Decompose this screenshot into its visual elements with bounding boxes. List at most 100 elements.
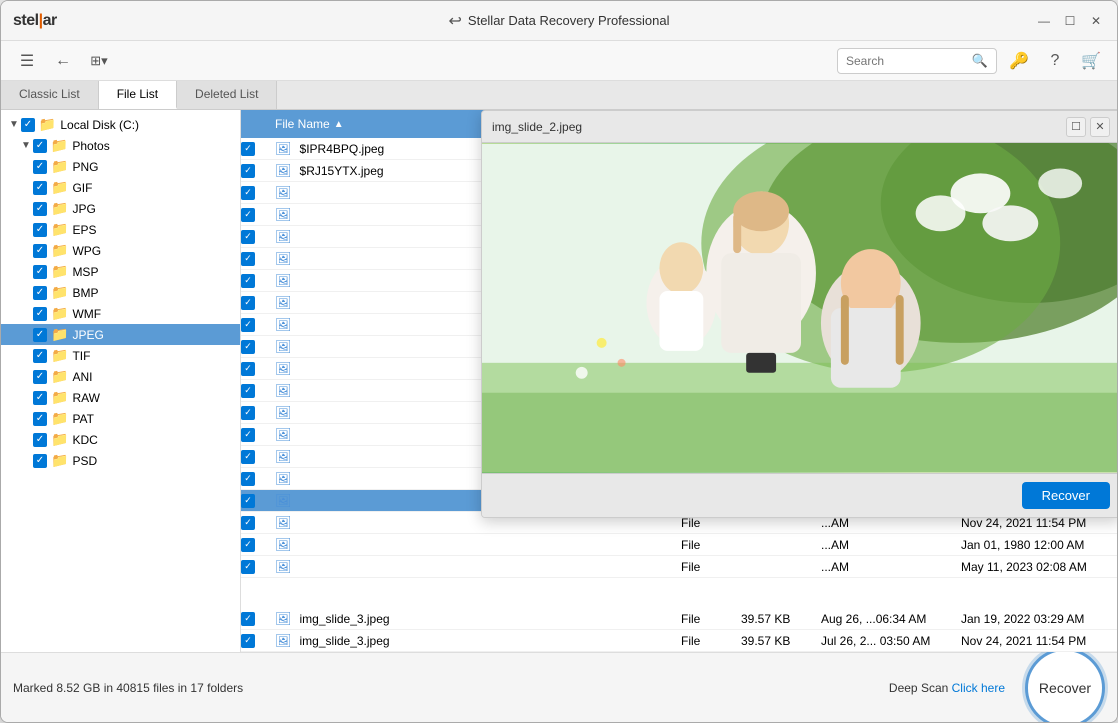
checkbox-pat[interactable]: ✓ [33, 412, 47, 426]
preview-close-button[interactable]: ✕ [1090, 117, 1110, 137]
cart-icon[interactable]: 🛒 [1077, 47, 1105, 75]
file-checkbox[interactable]: ✓ [241, 516, 255, 530]
file-checkbox[interactable]: ✓ [241, 384, 255, 398]
sidebar-item-png[interactable]: ✓ 📁 PNG [1, 156, 240, 177]
row-check[interactable]: ✓ [241, 516, 271, 530]
back-icon[interactable]: ← [49, 47, 77, 75]
close-button[interactable]: ✕ [1087, 12, 1105, 30]
checkbox-msp[interactable]: ✓ [33, 265, 47, 279]
sidebar-item-pat[interactable]: ✓ 📁 PAT [1, 408, 240, 429]
sidebar-item-tif[interactable]: ✓ 📁 TIF [1, 345, 240, 366]
file-checkbox[interactable]: ✓ [241, 296, 255, 310]
row-check[interactable]: ✓ [241, 450, 271, 464]
file-checkbox[interactable]: ✓ [241, 340, 255, 354]
menu-icon[interactable]: ☰ [13, 47, 41, 75]
row-check[interactable]: ✓ [241, 164, 271, 178]
file-checkbox[interactable]: ✓ [241, 252, 255, 266]
row-check[interactable]: ✓ [241, 230, 271, 244]
key-icon[interactable]: 🔑 [1005, 47, 1033, 75]
row-check[interactable]: ✓ [241, 538, 271, 552]
checkbox-photos[interactable]: ✓ [33, 139, 47, 153]
row-check[interactable]: ✓ [241, 340, 271, 354]
checkbox-png[interactable]: ✓ [33, 160, 47, 174]
file-checkbox[interactable]: ✓ [241, 318, 255, 332]
file-checkbox[interactable]: ✓ [241, 230, 255, 244]
row-check[interactable]: ✓ [241, 406, 271, 420]
checkbox-jpg[interactable]: ✓ [33, 202, 47, 216]
checkbox-bmp[interactable]: ✓ [33, 286, 47, 300]
row-check[interactable]: ✓ [241, 634, 271, 648]
checkbox-jpeg[interactable]: ✓ [33, 328, 47, 342]
file-checkbox[interactable]: ✓ [241, 274, 255, 288]
sidebar-item-local-disk[interactable]: ▼ ✓ 📁 Local Disk (C:) [1, 114, 240, 135]
preview-maximize-button[interactable]: ☐ [1066, 117, 1086, 137]
file-checkbox[interactable]: ✓ [241, 560, 255, 574]
row-check[interactable]: ✓ [241, 384, 271, 398]
file-checkbox[interactable]: ✓ [241, 406, 255, 420]
table-row[interactable]: ✓ 🖼 File ...AM Jan 01, 1980 12:00 AM [241, 534, 1117, 556]
row-check[interactable]: ✓ [241, 318, 271, 332]
checkbox-ani[interactable]: ✓ [33, 370, 47, 384]
sidebar-item-wmf[interactable]: ✓ 📁 WMF [1, 303, 240, 324]
file-checkbox[interactable]: ✓ [241, 472, 255, 486]
sidebar-item-ani[interactable]: ✓ 📁 ANI [1, 366, 240, 387]
search-box[interactable]: 🔍 [837, 48, 997, 74]
checkbox-gif[interactable]: ✓ [33, 181, 47, 195]
preview-recover-button[interactable]: Recover [1022, 482, 1110, 509]
row-check[interactable]: ✓ [241, 472, 271, 486]
file-checkbox[interactable]: ✓ [241, 142, 255, 156]
sidebar-item-bmp[interactable]: ✓ 📁 BMP [1, 282, 240, 303]
deep-scan-link[interactable]: Click here [952, 681, 1005, 695]
table-row[interactable]: ✓ 🖼 File ...AM May 11, 2023 02:08 AM [241, 556, 1117, 578]
minimize-button[interactable]: — [1035, 12, 1053, 30]
tab-classic-list[interactable]: Classic List [1, 81, 99, 109]
sidebar-item-kdc[interactable]: ✓ 📁 KDC [1, 429, 240, 450]
sidebar-item-jpg[interactable]: ✓ 📁 JPG [1, 198, 240, 219]
file-checkbox[interactable]: ✓ [241, 428, 255, 442]
file-checkbox[interactable]: ✓ [241, 208, 255, 222]
file-checkbox[interactable]: ✓ [241, 186, 255, 200]
tab-deleted-list[interactable]: Deleted List [177, 81, 277, 109]
search-input[interactable] [846, 54, 972, 68]
row-check[interactable]: ✓ [241, 494, 271, 508]
row-check[interactable]: ✓ [241, 296, 271, 310]
file-checkbox[interactable]: ✓ [241, 612, 255, 626]
file-checkbox[interactable]: ✓ [241, 164, 255, 178]
checkbox-psd[interactable]: ✓ [33, 454, 47, 468]
sidebar-item-eps[interactable]: ✓ 📁 EPS [1, 219, 240, 240]
sidebar-item-psd[interactable]: ✓ 📁 PSD [1, 450, 240, 471]
row-check[interactable]: ✓ [241, 560, 271, 574]
row-check[interactable]: ✓ [241, 208, 271, 222]
sidebar-item-photos[interactable]: ▼ ✓ 📁 Photos [1, 135, 240, 156]
checkbox-wpg[interactable]: ✓ [33, 244, 47, 258]
file-checkbox[interactable]: ✓ [241, 494, 255, 508]
row-check[interactable]: ✓ [241, 252, 271, 266]
checkbox-local-disk[interactable]: ✓ [21, 118, 35, 132]
help-icon[interactable]: ? [1041, 47, 1069, 75]
sidebar-item-jpeg[interactable]: ✓ 📁 JPEG [1, 324, 240, 345]
row-check[interactable]: ✓ [241, 362, 271, 376]
row-check[interactable]: ✓ [241, 142, 271, 156]
sidebar-item-msp[interactable]: ✓ 📁 MSP [1, 261, 240, 282]
file-checkbox[interactable]: ✓ [241, 362, 255, 376]
view-toggle-icon[interactable]: ⊞▾ [85, 47, 113, 75]
row-check[interactable]: ✓ [241, 274, 271, 288]
checkbox-tif[interactable]: ✓ [33, 349, 47, 363]
checkbox-wmf[interactable]: ✓ [33, 307, 47, 321]
checkbox-eps[interactable]: ✓ [33, 223, 47, 237]
maximize-button[interactable]: ☐ [1061, 12, 1079, 30]
sidebar-item-gif[interactable]: ✓ 📁 GIF [1, 177, 240, 198]
sidebar-item-wpg[interactable]: ✓ 📁 WPG [1, 240, 240, 261]
table-row[interactable]: ✓ 🖼 img_slide_3.jpeg File 39.57 KB Jul 2… [241, 630, 1117, 652]
row-check[interactable]: ✓ [241, 612, 271, 626]
recover-button-main[interactable]: Recover [1025, 648, 1105, 723]
table-row[interactable]: ✓ 🖼 img_slide_3.jpeg File 39.57 KB Aug 2… [241, 608, 1117, 630]
file-checkbox[interactable]: ✓ [241, 450, 255, 464]
row-check[interactable]: ✓ [241, 186, 271, 200]
row-check[interactable]: ✓ [241, 428, 271, 442]
file-checkbox[interactable]: ✓ [241, 634, 255, 648]
checkbox-kdc[interactable]: ✓ [33, 433, 47, 447]
checkbox-raw[interactable]: ✓ [33, 391, 47, 405]
tab-file-list[interactable]: File List [99, 81, 177, 109]
sidebar-item-raw[interactable]: ✓ 📁 RAW [1, 387, 240, 408]
